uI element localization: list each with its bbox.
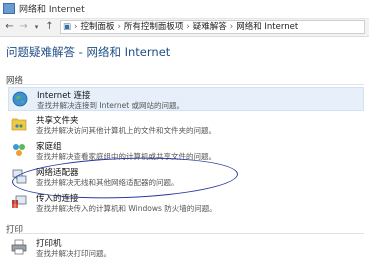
control-panel-icon [3,3,15,14]
printer-icon [11,239,27,255]
navigation-bar: ← → ▾ ↑ ▣ › 控制面板 › 所有控制面板项 › 疑难解答 › 网络和 Internet [0,19,369,37]
homegroup-icon [13,144,25,156]
troubleshooter-homegroup[interactable]: 家庭组 查找并解决查看家庭组中的计算机或共享文件的问题。 [8,139,364,163]
item-description: 查找并解决传入的计算机和 Windows 防火墙的问题。 [36,204,217,213]
title-bar: 网络和 Internet [0,0,369,19]
forward-arrow-icon[interactable]: → [18,20,29,34]
breadcrumb-all-items[interactable]: 所有控制面板项 [122,21,186,33]
page-title: 问题疑难解答 - 网络和 Internet [6,45,171,59]
address-bar[interactable]: ▣ › 控制面板 › 所有控制面板项 › 疑难解答 › 网络和 Internet [60,20,365,34]
shared-folder-icon [11,118,27,131]
troubleshooter-network-adapter[interactable]: 网络适配器 查找并解决无线和其他网络适配器的问题。 [8,165,364,189]
section-divider [6,84,364,85]
globe-icon [12,91,28,107]
breadcrumb-control-panel[interactable]: 控制面板 [78,21,116,33]
item-description: 查找并解决连接到 Internet 或网站的问题。 [37,101,185,110]
incoming-connection-icon [12,195,27,208]
item-description: 查找并解决访问其他计算机上的文件和文件夹的问题。 [36,126,216,135]
item-description: 查找并解决查看家庭组中的计算机或共享文件的问题。 [36,152,216,161]
item-description: 查找并解决打印问题。 [36,249,111,258]
up-arrow-icon[interactable]: ↑ [44,20,55,34]
troubleshooter-internet-connection[interactable]: Internet 连接 查找并解决连接到 Internet 或网站的问题。 [8,87,364,111]
breadcrumb-network-internet[interactable]: 网络和 Internet [234,21,300,33]
window-title: 网络和 Internet [19,5,85,15]
troubleshooter-incoming-connections[interactable]: 传入的连接 查找并解决传入的计算机和 Windows 防火墙的问题。 [8,191,364,215]
item-description: 查找并解决无线和其他网络适配器的问题。 [36,178,179,187]
network-adapter-icon [12,169,27,184]
back-arrow-icon[interactable]: ← [4,20,15,34]
troubleshooter-shared-folders[interactable]: 共享文件夹 查找并解决访问其他计算机上的文件和文件夹的问题。 [8,113,364,137]
main-content: 问题疑难解答 - 网络和 Internet 网络 Internet 连接 查找并… [0,37,369,258]
section-divider [6,233,364,234]
folder-icon: ▣ [63,22,72,32]
troubleshooter-printer[interactable]: 打印机 查找并解决打印问题。 [8,236,364,260]
breadcrumb-troubleshooting[interactable]: 疑难解答 [191,21,229,33]
recent-dropdown-icon[interactable]: ▾ [31,20,42,34]
